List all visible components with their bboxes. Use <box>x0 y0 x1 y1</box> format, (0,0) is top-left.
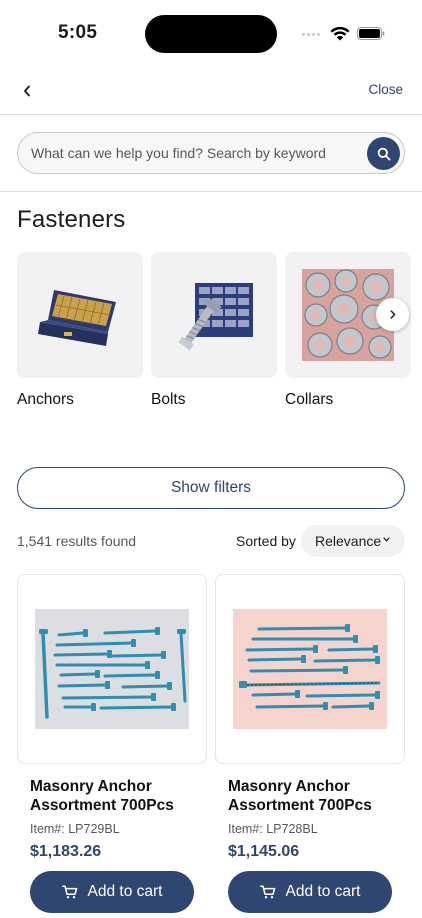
category-item-bolts[interactable]: Bolts <box>151 252 277 409</box>
carousel-next-button[interactable] <box>376 298 409 331</box>
top-nav: Close <box>0 72 422 114</box>
sku-value: LP729BL <box>68 822 120 836</box>
dynamic-island <box>145 15 277 53</box>
add-to-cart-label: Add to cart <box>87 883 163 900</box>
results-count: 1,541 results found <box>17 533 137 549</box>
product-image[interactable] <box>17 574 207 764</box>
page-title: Fasteners <box>17 206 126 233</box>
sku-label: Item#: <box>228 822 263 836</box>
product-card[interactable]: Masonry Anchor Assortment 700Pcs Item#: … <box>17 574 207 918</box>
add-to-cart-label: Add to cart <box>285 883 361 900</box>
chevron-right-icon <box>390 310 395 319</box>
search-bar <box>17 132 405 174</box>
category-carousel: Anchors Bolts Collars <box>17 252 422 417</box>
product-name[interactable]: Masonry Anchor Assortment 700Pcs <box>30 777 200 815</box>
sort-dropdown[interactable]: Relevance <box>301 525 405 557</box>
product-sku: Item#: LP728BL <box>228 822 318 836</box>
product-price: $1,145.06 <box>228 843 300 860</box>
category-label: Collars <box>285 391 334 408</box>
add-to-cart-button[interactable]: Add to cart <box>228 871 392 913</box>
chevron-down-icon <box>383 537 390 542</box>
search-input[interactable] <box>31 133 361 173</box>
product-price: $1,183.26 <box>30 843 102 860</box>
product-name[interactable]: Masonry Anchor Assortment 700Pcs <box>228 777 398 815</box>
anchor-kit-image <box>17 252 143 378</box>
header-divider <box>0 114 422 115</box>
sku-label: Item#: <box>30 822 65 836</box>
sorted-by-label: Sorted by <box>236 533 296 549</box>
product-card[interactable]: Masonry Anchor Assortment 700Pcs Item#: … <box>215 574 405 918</box>
show-filters-button[interactable]: Show filters <box>17 467 405 509</box>
back-button[interactable] <box>16 80 38 102</box>
chevron-left-icon <box>24 85 30 97</box>
category-label: Anchors <box>17 391 74 408</box>
category-label: Bolts <box>151 391 186 408</box>
bolt-bin-image <box>151 252 277 378</box>
sku-value: LP728BL <box>266 822 318 836</box>
cellular-signal-icon <box>302 33 320 36</box>
add-to-cart-button[interactable]: Add to cart <box>30 871 194 913</box>
category-item-anchors[interactable]: Anchors <box>17 252 143 409</box>
status-time: 5:05 <box>58 22 98 43</box>
close-button[interactable]: Close <box>368 82 403 97</box>
cart-icon <box>61 885 77 899</box>
battery-icon <box>357 27 385 40</box>
product-image[interactable] <box>215 574 405 764</box>
wifi-icon <box>330 26 350 41</box>
sort-value: Relevance <box>315 533 382 549</box>
status-bar: 5:05 <box>0 0 422 66</box>
search-button[interactable] <box>367 137 400 170</box>
cart-icon <box>259 885 275 899</box>
product-sku: Item#: LP729BL <box>30 822 120 836</box>
search-divider <box>0 191 422 192</box>
search-icon <box>377 147 390 160</box>
